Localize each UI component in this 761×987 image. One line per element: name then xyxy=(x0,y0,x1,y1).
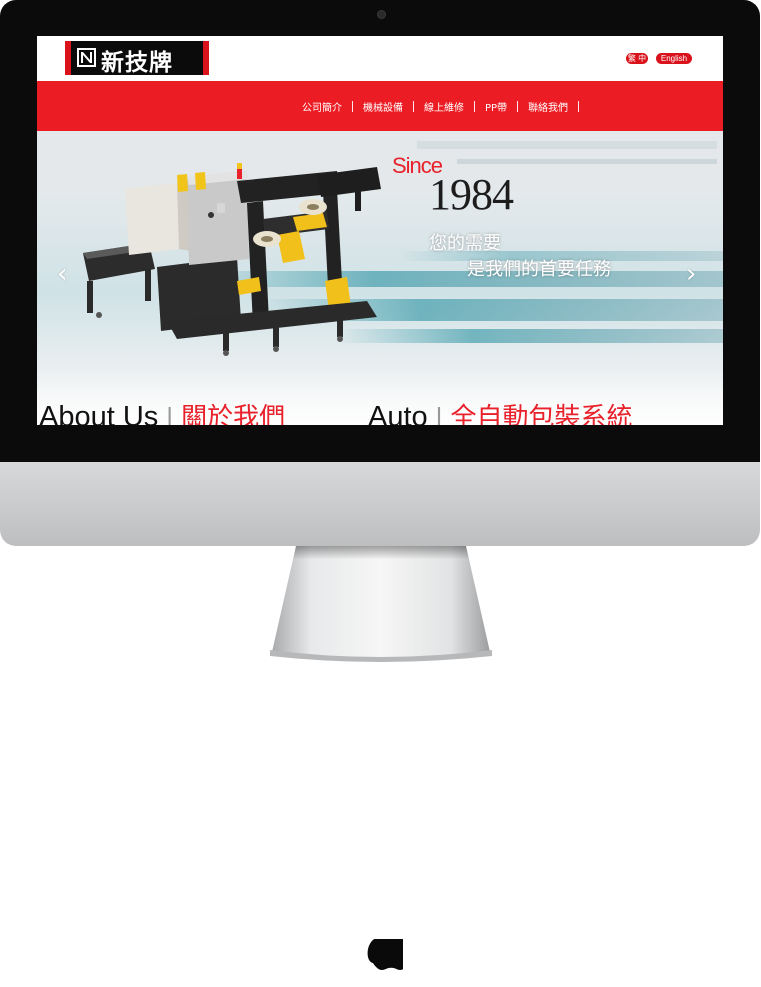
monitor-chin xyxy=(0,462,760,971)
nav-item-contact[interactable]: 聯絡我們 xyxy=(518,99,578,114)
packaging-machine-illustration xyxy=(83,163,381,356)
nav-divider xyxy=(352,100,353,112)
about-us-heading-en: About Us xyxy=(39,401,159,425)
nav-divider xyxy=(578,100,580,112)
nav-item-online-repair[interactable]: 線上維修 xyxy=(414,99,474,114)
apple-logo-icon xyxy=(367,939,403,971)
hero-slogan-line2: 是我們的首要任務 xyxy=(467,259,611,280)
heading-separator: | xyxy=(166,402,174,425)
lang-en-button[interactable]: English xyxy=(656,53,692,64)
logo-text: 新技牌 xyxy=(101,50,173,76)
nav-divider xyxy=(413,100,414,112)
about-us-heading[interactable]: About Us | 關於我們 xyxy=(39,397,285,425)
nav-item-machinery[interactable]: 機械設備 xyxy=(353,99,413,114)
nav-item-about[interactable]: 公司簡介 xyxy=(292,99,352,114)
nav-item-pp-strap[interactable]: PP帶 xyxy=(475,99,517,114)
site-header: 新技牌 繁 中 English xyxy=(37,36,723,81)
auto-system-heading[interactable]: Auto | 全自動包裝系統 xyxy=(368,397,632,425)
site-logo[interactable]: 新技牌 xyxy=(65,41,209,76)
camera-icon xyxy=(377,10,386,19)
logo-mark-icon xyxy=(77,48,96,67)
hero-slider[interactable]: Since 1984 您的需要 是我們的首要任務 ‹ › About Us | 關於… xyxy=(37,131,723,425)
slider-next-arrow-icon[interactable]: › xyxy=(686,261,696,287)
hero-background-image xyxy=(37,131,723,425)
auto-system-heading-zh: 全自動包裝系統 xyxy=(450,403,633,425)
nav-divider xyxy=(517,100,519,112)
website-screen: 新技牌 繁 中 English 公司簡介 機械設備 線上維修 PP帶 聯絡我們 xyxy=(37,36,723,425)
heading-separator: | xyxy=(435,402,443,425)
nav-divider xyxy=(474,100,475,112)
hero-year-text: 1984 xyxy=(429,170,514,219)
lang-zh-button[interactable]: 繁 中 xyxy=(626,53,648,64)
auto-system-heading-en: Auto xyxy=(368,401,428,425)
main-nav: 公司簡介 機械設備 線上維修 PP帶 聯絡我們 xyxy=(37,81,723,131)
slider-prev-arrow-icon[interactable]: ‹ xyxy=(57,261,67,287)
about-us-heading-zh: 關於我們 xyxy=(181,403,286,425)
hero-slogan-line1: 您的需要 xyxy=(429,233,501,254)
